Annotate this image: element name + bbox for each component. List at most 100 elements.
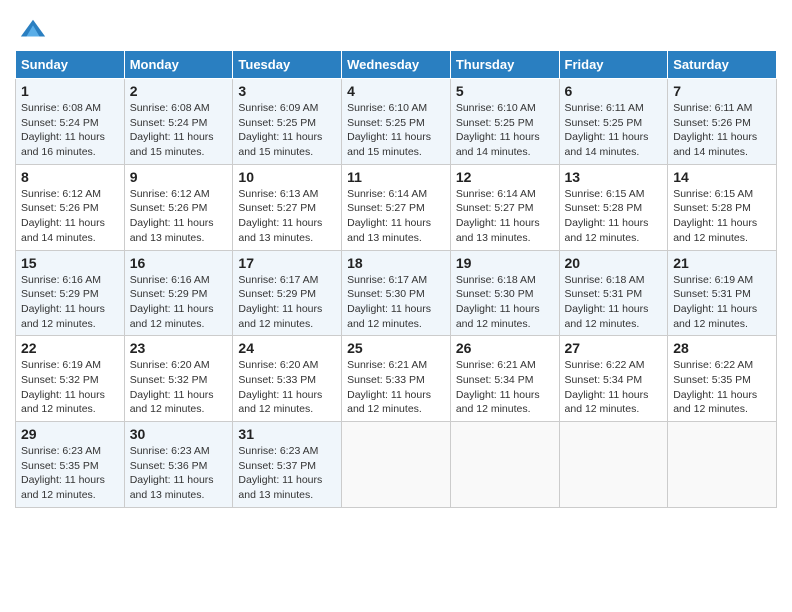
- daylight-text: Daylight: 11 hours and 15 minutes.: [238, 131, 322, 158]
- sunrise-text: Sunrise: 6:17 AM: [238, 274, 318, 286]
- calendar-week-row: 29 Sunrise: 6:23 AM Sunset: 5:35 PM Dayl…: [16, 422, 777, 508]
- day-number: 11: [347, 169, 445, 185]
- sunrise-text: Sunrise: 6:08 AM: [130, 102, 210, 114]
- sunset-text: Sunset: 5:26 PM: [21, 202, 99, 214]
- daylight-text: Daylight: 11 hours and 13 minutes.: [347, 217, 431, 244]
- daylight-text: Daylight: 11 hours and 12 minutes.: [347, 389, 431, 416]
- day-number: 31: [238, 426, 336, 442]
- daylight-text: Daylight: 11 hours and 12 minutes.: [21, 389, 105, 416]
- day-info: Sunrise: 6:15 AM Sunset: 5:28 PM Dayligh…: [565, 187, 663, 246]
- calendar-cell: 18 Sunrise: 6:17 AM Sunset: 5:30 PM Dayl…: [342, 250, 451, 336]
- daylight-text: Daylight: 11 hours and 12 minutes.: [673, 217, 757, 244]
- daylight-text: Daylight: 11 hours and 12 minutes.: [456, 389, 540, 416]
- calendar-week-row: 8 Sunrise: 6:12 AM Sunset: 5:26 PM Dayli…: [16, 164, 777, 250]
- daylight-text: Daylight: 11 hours and 12 minutes.: [347, 303, 431, 330]
- day-number: 3: [238, 83, 336, 99]
- daylight-text: Daylight: 11 hours and 12 minutes.: [565, 389, 649, 416]
- sunset-text: Sunset: 5:29 PM: [21, 288, 99, 300]
- day-number: 21: [673, 255, 771, 271]
- calendar-cell: 25 Sunrise: 6:21 AM Sunset: 5:33 PM Dayl…: [342, 336, 451, 422]
- daylight-text: Daylight: 11 hours and 12 minutes.: [565, 217, 649, 244]
- page-header: [15, 10, 777, 44]
- sunrise-text: Sunrise: 6:16 AM: [21, 274, 101, 286]
- day-info: Sunrise: 6:11 AM Sunset: 5:26 PM Dayligh…: [673, 101, 771, 160]
- calendar-cell: 15 Sunrise: 6:16 AM Sunset: 5:29 PM Dayl…: [16, 250, 125, 336]
- sunrise-text: Sunrise: 6:21 AM: [456, 359, 536, 371]
- daylight-text: Daylight: 11 hours and 13 minutes.: [130, 474, 214, 501]
- calendar-cell: 10 Sunrise: 6:13 AM Sunset: 5:27 PM Dayl…: [233, 164, 342, 250]
- day-number: 16: [130, 255, 228, 271]
- sunrise-text: Sunrise: 6:20 AM: [130, 359, 210, 371]
- day-info: Sunrise: 6:12 AM Sunset: 5:26 PM Dayligh…: [130, 187, 228, 246]
- sunset-text: Sunset: 5:29 PM: [130, 288, 208, 300]
- sunset-text: Sunset: 5:30 PM: [347, 288, 425, 300]
- sunset-text: Sunset: 5:26 PM: [673, 117, 751, 129]
- day-number: 13: [565, 169, 663, 185]
- calendar-cell: 7 Sunrise: 6:11 AM Sunset: 5:26 PM Dayli…: [668, 79, 777, 165]
- logo: [15, 18, 47, 44]
- day-info: Sunrise: 6:18 AM Sunset: 5:30 PM Dayligh…: [456, 273, 554, 332]
- day-info: Sunrise: 6:10 AM Sunset: 5:25 PM Dayligh…: [456, 101, 554, 160]
- calendar-cell: 2 Sunrise: 6:08 AM Sunset: 5:24 PM Dayli…: [124, 79, 233, 165]
- day-info: Sunrise: 6:11 AM Sunset: 5:25 PM Dayligh…: [565, 101, 663, 160]
- calendar-cell: 4 Sunrise: 6:10 AM Sunset: 5:25 PM Dayli…: [342, 79, 451, 165]
- day-number: 20: [565, 255, 663, 271]
- calendar-header-row: SundayMondayTuesdayWednesdayThursdayFrid…: [16, 51, 777, 79]
- daylight-text: Daylight: 11 hours and 13 minutes.: [238, 474, 322, 501]
- sunrise-text: Sunrise: 6:20 AM: [238, 359, 318, 371]
- daylight-text: Daylight: 11 hours and 15 minutes.: [347, 131, 431, 158]
- calendar-cell: 16 Sunrise: 6:16 AM Sunset: 5:29 PM Dayl…: [124, 250, 233, 336]
- column-header-wednesday: Wednesday: [342, 51, 451, 79]
- calendar-cell: 24 Sunrise: 6:20 AM Sunset: 5:33 PM Dayl…: [233, 336, 342, 422]
- sunset-text: Sunset: 5:33 PM: [347, 374, 425, 386]
- sunset-text: Sunset: 5:27 PM: [456, 202, 534, 214]
- day-number: 1: [21, 83, 119, 99]
- day-number: 30: [130, 426, 228, 442]
- sunset-text: Sunset: 5:24 PM: [21, 117, 99, 129]
- day-info: Sunrise: 6:09 AM Sunset: 5:25 PM Dayligh…: [238, 101, 336, 160]
- calendar-cell: [668, 422, 777, 508]
- sunrise-text: Sunrise: 6:15 AM: [673, 188, 753, 200]
- day-number: 26: [456, 340, 554, 356]
- day-info: Sunrise: 6:08 AM Sunset: 5:24 PM Dayligh…: [21, 101, 119, 160]
- day-number: 15: [21, 255, 119, 271]
- sunrise-text: Sunrise: 6:17 AM: [347, 274, 427, 286]
- sunrise-text: Sunrise: 6:12 AM: [130, 188, 210, 200]
- daylight-text: Daylight: 11 hours and 12 minutes.: [565, 303, 649, 330]
- day-number: 12: [456, 169, 554, 185]
- sunset-text: Sunset: 5:33 PM: [238, 374, 316, 386]
- sunset-text: Sunset: 5:35 PM: [21, 460, 99, 472]
- sunset-text: Sunset: 5:34 PM: [456, 374, 534, 386]
- calendar-cell: 28 Sunrise: 6:22 AM Sunset: 5:35 PM Dayl…: [668, 336, 777, 422]
- day-info: Sunrise: 6:12 AM Sunset: 5:26 PM Dayligh…: [21, 187, 119, 246]
- sunset-text: Sunset: 5:27 PM: [347, 202, 425, 214]
- calendar-week-row: 22 Sunrise: 6:19 AM Sunset: 5:32 PM Dayl…: [16, 336, 777, 422]
- daylight-text: Daylight: 11 hours and 12 minutes.: [21, 474, 105, 501]
- daylight-text: Daylight: 11 hours and 16 minutes.: [21, 131, 105, 158]
- daylight-text: Daylight: 11 hours and 12 minutes.: [238, 389, 322, 416]
- sunset-text: Sunset: 5:37 PM: [238, 460, 316, 472]
- calendar-cell: [342, 422, 451, 508]
- day-info: Sunrise: 6:16 AM Sunset: 5:29 PM Dayligh…: [21, 273, 119, 332]
- sunset-text: Sunset: 5:27 PM: [238, 202, 316, 214]
- day-number: 28: [673, 340, 771, 356]
- day-info: Sunrise: 6:15 AM Sunset: 5:28 PM Dayligh…: [673, 187, 771, 246]
- daylight-text: Daylight: 11 hours and 13 minutes.: [130, 217, 214, 244]
- sunset-text: Sunset: 5:36 PM: [130, 460, 208, 472]
- daylight-text: Daylight: 11 hours and 12 minutes.: [21, 303, 105, 330]
- day-number: 14: [673, 169, 771, 185]
- calendar-cell: 30 Sunrise: 6:23 AM Sunset: 5:36 PM Dayl…: [124, 422, 233, 508]
- calendar-cell: 17 Sunrise: 6:17 AM Sunset: 5:29 PM Dayl…: [233, 250, 342, 336]
- calendar-cell: 27 Sunrise: 6:22 AM Sunset: 5:34 PM Dayl…: [559, 336, 668, 422]
- calendar-cell: 13 Sunrise: 6:15 AM Sunset: 5:28 PM Dayl…: [559, 164, 668, 250]
- daylight-text: Daylight: 11 hours and 12 minutes.: [673, 389, 757, 416]
- sunrise-text: Sunrise: 6:10 AM: [456, 102, 536, 114]
- daylight-text: Daylight: 11 hours and 12 minutes.: [673, 303, 757, 330]
- calendar-cell: 1 Sunrise: 6:08 AM Sunset: 5:24 PM Dayli…: [16, 79, 125, 165]
- sunset-text: Sunset: 5:34 PM: [565, 374, 643, 386]
- day-number: 29: [21, 426, 119, 442]
- calendar-cell: [559, 422, 668, 508]
- day-number: 27: [565, 340, 663, 356]
- calendar-week-row: 1 Sunrise: 6:08 AM Sunset: 5:24 PM Dayli…: [16, 79, 777, 165]
- day-info: Sunrise: 6:22 AM Sunset: 5:34 PM Dayligh…: [565, 358, 663, 417]
